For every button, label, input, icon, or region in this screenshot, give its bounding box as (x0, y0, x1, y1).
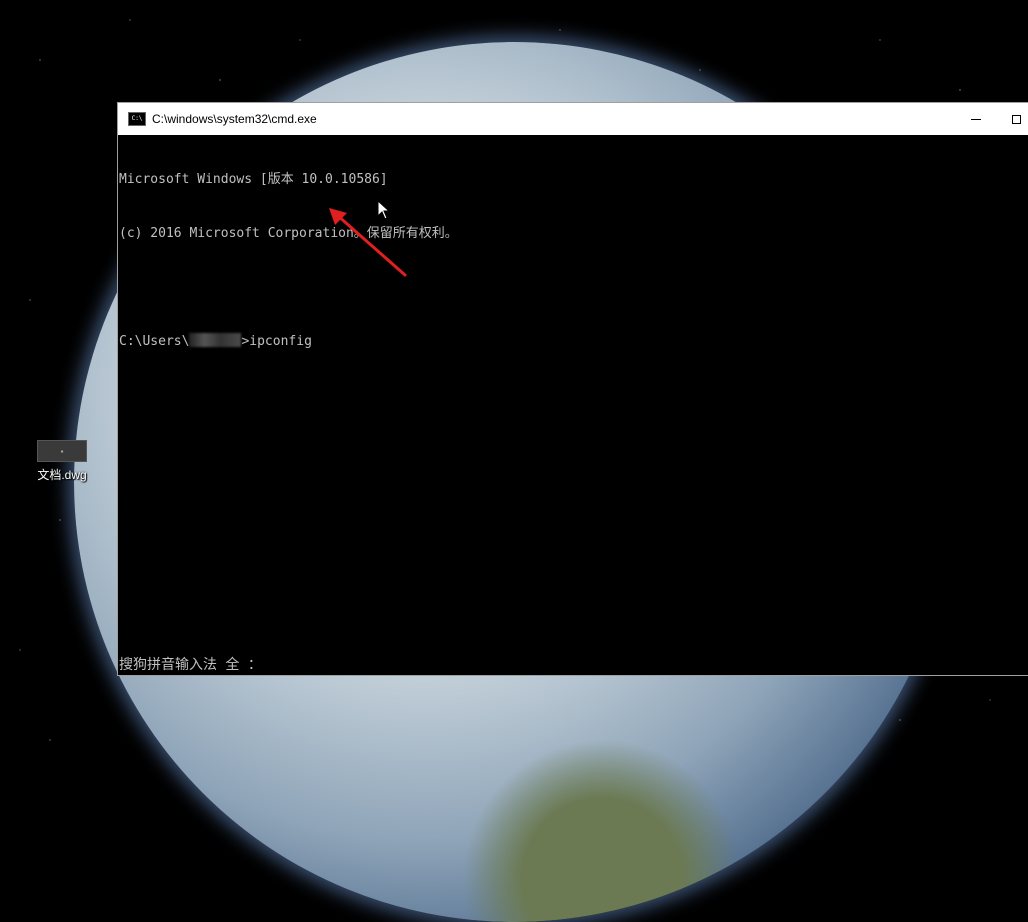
ime-status-bar: 搜狗拼音输入法 全 ： (119, 657, 262, 673)
maximize-button[interactable] (996, 103, 1028, 135)
redacted-username (189, 333, 242, 347)
mouse-pointer-icon (377, 200, 391, 220)
file-thumbnail-icon: ▪ (37, 440, 87, 462)
minimize-icon (971, 118, 981, 120)
maximize-icon (1011, 114, 1021, 124)
console-line: (c) 2016 Microsoft Corporation。保留所有权利。 (119, 226, 458, 241)
annotation-arrow-icon (329, 208, 407, 277)
console-output[interactable]: Microsoft Windows [版本 10.0.10586] (c) 20… (118, 135, 1028, 387)
command-prompt-line: C:\Users\ >ipconfig (119, 333, 1028, 351)
window-titlebar[interactable]: C:\ C:\windows\system32\cmd.exe (118, 103, 1028, 135)
desktop-icon-label: 文档.dwg (37, 468, 87, 482)
window-title: C:\windows\system32\cmd.exe (152, 112, 317, 126)
prompt-path: C:\Users\ (119, 334, 190, 349)
desktop-icon-dwg-file[interactable]: ▪ 文档.dwg (30, 440, 94, 483)
minimize-button[interactable] (956, 103, 996, 135)
typed-command: >ipconfig (241, 334, 312, 349)
console-line: Microsoft Windows [版本 10.0.10586] (119, 172, 388, 187)
cmd-window[interactable]: C:\ C:\windows\system32\cmd.exe Microsof… (117, 102, 1028, 676)
cmd-app-icon: C:\ (128, 112, 146, 126)
